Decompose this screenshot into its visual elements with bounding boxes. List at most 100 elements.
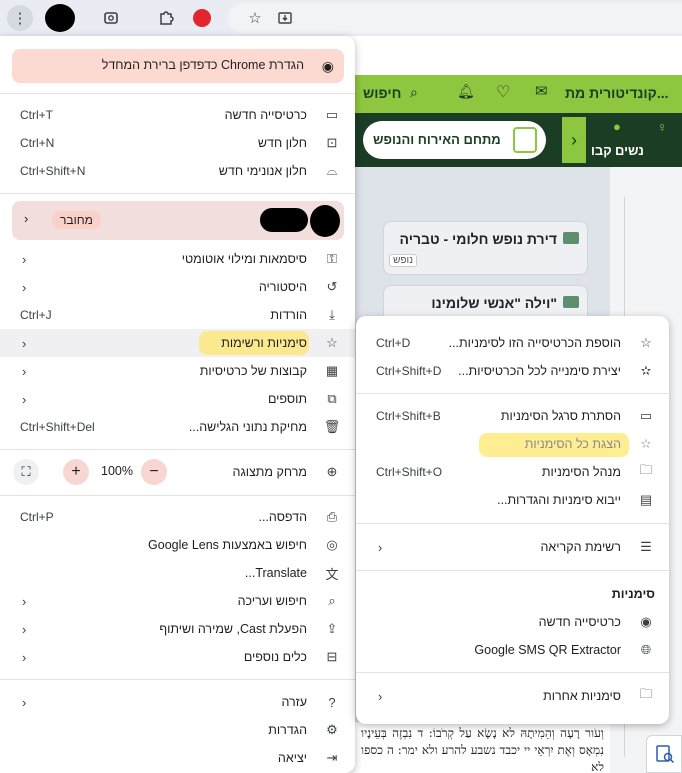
fullscreen-icon[interactable]: ⛶ <box>13 459 39 485</box>
recording-extension-icon[interactable] <box>189 5 215 31</box>
menu-item-google-lens[interactable]: ◎ חיפוש באמצעות Google Lens <box>0 531 355 559</box>
submenu-item-show-all-bookmarks[interactable]: ✫ הצגת כל הסימניות <box>356 430 669 458</box>
listing-image-icon <box>563 296 579 308</box>
menu-item-tab-groups[interactable]: ▦ קבוצות של כרטיסיות ‹ <box>0 357 355 385</box>
menu-item-exit[interactable]: ⇥ יציאה <box>0 744 355 772</box>
bookmarks-section-header: סימניות <box>356 580 669 608</box>
all-bookmarks-icon: ✫ <box>640 436 652 451</box>
bookmark-star-icon[interactable]: ☆ <box>242 5 268 31</box>
menu-item-shortcut: Ctrl+T <box>20 108 53 122</box>
nav-item-partial[interactable]: קבו <box>591 143 612 158</box>
folder-icon: 🗀︎ <box>639 686 653 701</box>
listing-card[interactable]: דירת נופש חלומי - טבריה נופש <box>383 221 588 275</box>
menu-item-downloads[interactable]: ⤓ הורדות Ctrl+J <box>0 301 355 329</box>
hospitality-button[interactable]: מתחם האירוח והנופש <box>363 121 546 159</box>
bookmarks-submenu: ☆ הוספת הכרטיסייה הזו לסימניות... Ctrl+D… <box>356 316 669 724</box>
submenu-item-import-bookmarks[interactable]: ▤ ייבוא סימניות והגדרות... <box>356 486 669 514</box>
bell-icon[interactable]: 🔔︎ <box>457 83 475 100</box>
screenshot-icon[interactable] <box>98 5 124 31</box>
site-search-label[interactable]: חיפוש <box>363 85 401 101</box>
address-bar[interactable]: ☆ <box>228 3 682 33</box>
menu-item-cast-save-share[interactable]: ⇪ הפעלת Cast, שמירה ושיתוף ‹ <box>0 615 355 643</box>
search-icon[interactable]: ⌕ <box>410 84 418 101</box>
menu-item-label: עזרה <box>281 695 307 709</box>
profile-name-redacted <box>260 208 308 232</box>
menu-item-new-tab[interactable]: ▭ כרטיסייה חדשה Ctrl+T <box>0 101 355 129</box>
site-title[interactable]: קונדיטורית מת... <box>565 85 668 101</box>
submenu-item-bookmark-manager[interactable]: 🗀︎ מנהל הסימניות Ctrl+Shift+O <box>356 458 669 486</box>
submenu-item-bookmark-this-tab[interactable]: ☆ הוספת הכרטיסייה הזו לסימניות... Ctrl+D <box>356 329 669 357</box>
key-icon: ⚿ <box>327 251 337 266</box>
document-search-icon[interactable] <box>646 735 682 773</box>
zoom-row: ⊕ מרחק מתצוגה − 100% + ⛶ <box>0 457 355 487</box>
menu-item-settings[interactable]: ⚙ הגדרות <box>0 716 355 744</box>
menu-item-label: הדפסה... <box>258 510 307 524</box>
submenu-item-reading-list[interactable]: ☰ רשימת הקריאה ‹ <box>356 533 669 561</box>
hospitality-button-label: מתחם האירוח והנופש <box>373 132 501 147</box>
chevron-icon: ‹ <box>22 593 27 609</box>
menu-item-label: הגדרות <box>268 723 307 737</box>
chevron-icon: ‹ <box>22 694 27 710</box>
menu-item-new-window[interactable]: ⊡ חלון חדש Ctrl+N <box>0 129 355 157</box>
menu-item-label: ייבוא סימניות והגדרות... <box>497 493 621 507</box>
chrome-icon: ◉ <box>640 614 652 629</box>
bookmark-item[interactable]: ◉ כרטיסייה חדשה <box>356 608 669 636</box>
mail-icon[interactable]: ✉ <box>535 82 548 100</box>
chevron-icon: ‹ <box>22 621 27 637</box>
globe-icon: 🌐︎ <box>640 642 652 657</box>
menu-item-clear-browsing-data[interactable]: 🗑︎ מחיקת נתוני הגלישה... Ctrl+Shift+Del <box>0 413 355 441</box>
profile-row[interactable]: מחובר ‹ <box>12 201 344 240</box>
menu-item-label: סיסמאות ומילוי אוטומטי <box>181 252 307 266</box>
cast-icon: ⇪ <box>326 621 338 636</box>
nav-scroll-chevron-icon[interactable]: › <box>562 117 586 163</box>
submenu-item-hide-bookmarks-bar[interactable]: ▭ הסתרת סרגל הסימניות Ctrl+Shift+B <box>356 402 669 430</box>
menu-item-more-tools[interactable]: ⊟ כלים נוספים ‹ <box>0 643 355 671</box>
menu-item-label: חלון אנונימי חדש <box>218 164 307 178</box>
zoom-in-button[interactable]: + <box>63 459 89 485</box>
menu-item-bookmarks-and-lists[interactable]: ☆ סימניות ורשימות ‹ <box>0 329 355 357</box>
incognito-icon: ⌓ <box>326 163 338 178</box>
chrome-main-menu: ◉ הגדרת Chrome כדפדפן ברירת המחדל ▭ כרטי… <box>0 36 355 773</box>
chevron-icon: ‹ <box>22 251 27 267</box>
listing-title[interactable]: דירת נופש חלומי - טבריה <box>400 231 557 247</box>
menu-item-shortcut: Ctrl+Shift+Del <box>20 420 95 434</box>
nav-item-women[interactable]: נשים <box>615 143 644 158</box>
bookmark-label: כרטיסייה חדשה <box>538 615 621 629</box>
submenu-item-other-bookmarks[interactable]: 🗀︎ סימניות אחרות ‹ <box>356 682 669 710</box>
menu-item-label: הצגת כל הסימניות <box>524 437 621 451</box>
menu-item-passwords[interactable]: ⚿ סיסמאות ומילוי אוטומטי ‹ <box>0 245 355 273</box>
menu-item-label: רשימת הקריאה <box>540 540 622 554</box>
extensions-puzzle-icon[interactable] <box>153 5 179 31</box>
heart-icon[interactable]: ♡ <box>496 82 510 102</box>
menu-item-label: מנהל הסימניות <box>541 465 621 479</box>
zoom-level: 100% <box>101 464 133 478</box>
menu-item-history[interactable]: ↺ היסטוריה ‹ <box>0 273 355 301</box>
site-header-bar: חיפוש ⌕ 🔔︎ ♡ ✉ קונדיטורית מת... <box>355 75 682 113</box>
zoom-label: מרחק מתצוגה <box>232 465 307 479</box>
chrome-logo-icon: ◉ <box>321 58 334 74</box>
zoom-icon: ⊕ <box>326 464 338 479</box>
listing-title[interactable]: וילה "אנשי שלומינו" <box>431 295 557 311</box>
extensions-icon: ⧉ <box>327 391 337 406</box>
profile-avatar <box>310 205 340 237</box>
set-default-browser-banner[interactable]: ◉ הגדרת Chrome כדפדפן ברירת המחדל <box>12 49 344 83</box>
menu-item-find-and-edit[interactable]: ⌕ חיפוש ועריכה ‹ <box>0 587 355 615</box>
star-all-icon: ✫ <box>640 363 652 378</box>
chrome-menu-icon[interactable]: ⋮ <box>7 5 33 31</box>
menu-item-translate[interactable]: 文 Translate... <box>0 559 355 587</box>
menu-item-label: Translate... <box>244 566 307 580</box>
submenu-item-bookmark-all-tabs[interactable]: ✫ יצירת סימנייה לכל הכרטיסיות... Ctrl+Sh… <box>356 357 669 385</box>
chevron-icon: ‹ <box>378 539 383 555</box>
menu-item-help[interactable]: ? עזרה ‹ <box>0 688 355 716</box>
menu-item-incognito-window[interactable]: ⌓ חלון אנונימי חדש Ctrl+Shift+N <box>0 157 355 185</box>
menu-item-extensions[interactable]: ⧉ תוספים ‹ <box>0 385 355 413</box>
menu-item-label: חיפוש ועריכה <box>237 594 307 608</box>
profile-avatar[interactable] <box>45 4 75 32</box>
bookmark-item[interactable]: 🌐︎ Google SMS QR Extractor <box>356 636 669 664</box>
install-app-icon[interactable] <box>272 5 298 31</box>
zoom-out-button[interactable]: − <box>141 459 167 485</box>
menu-item-label: סימניות אחרות <box>543 689 621 703</box>
menu-item-label: מחיקת נתוני הגלישה... <box>188 420 307 434</box>
menu-item-label: הסתרת סרגל הסימניות <box>500 409 621 423</box>
menu-item-print[interactable]: ⎙ הדפסה... Ctrl+P <box>0 503 355 531</box>
